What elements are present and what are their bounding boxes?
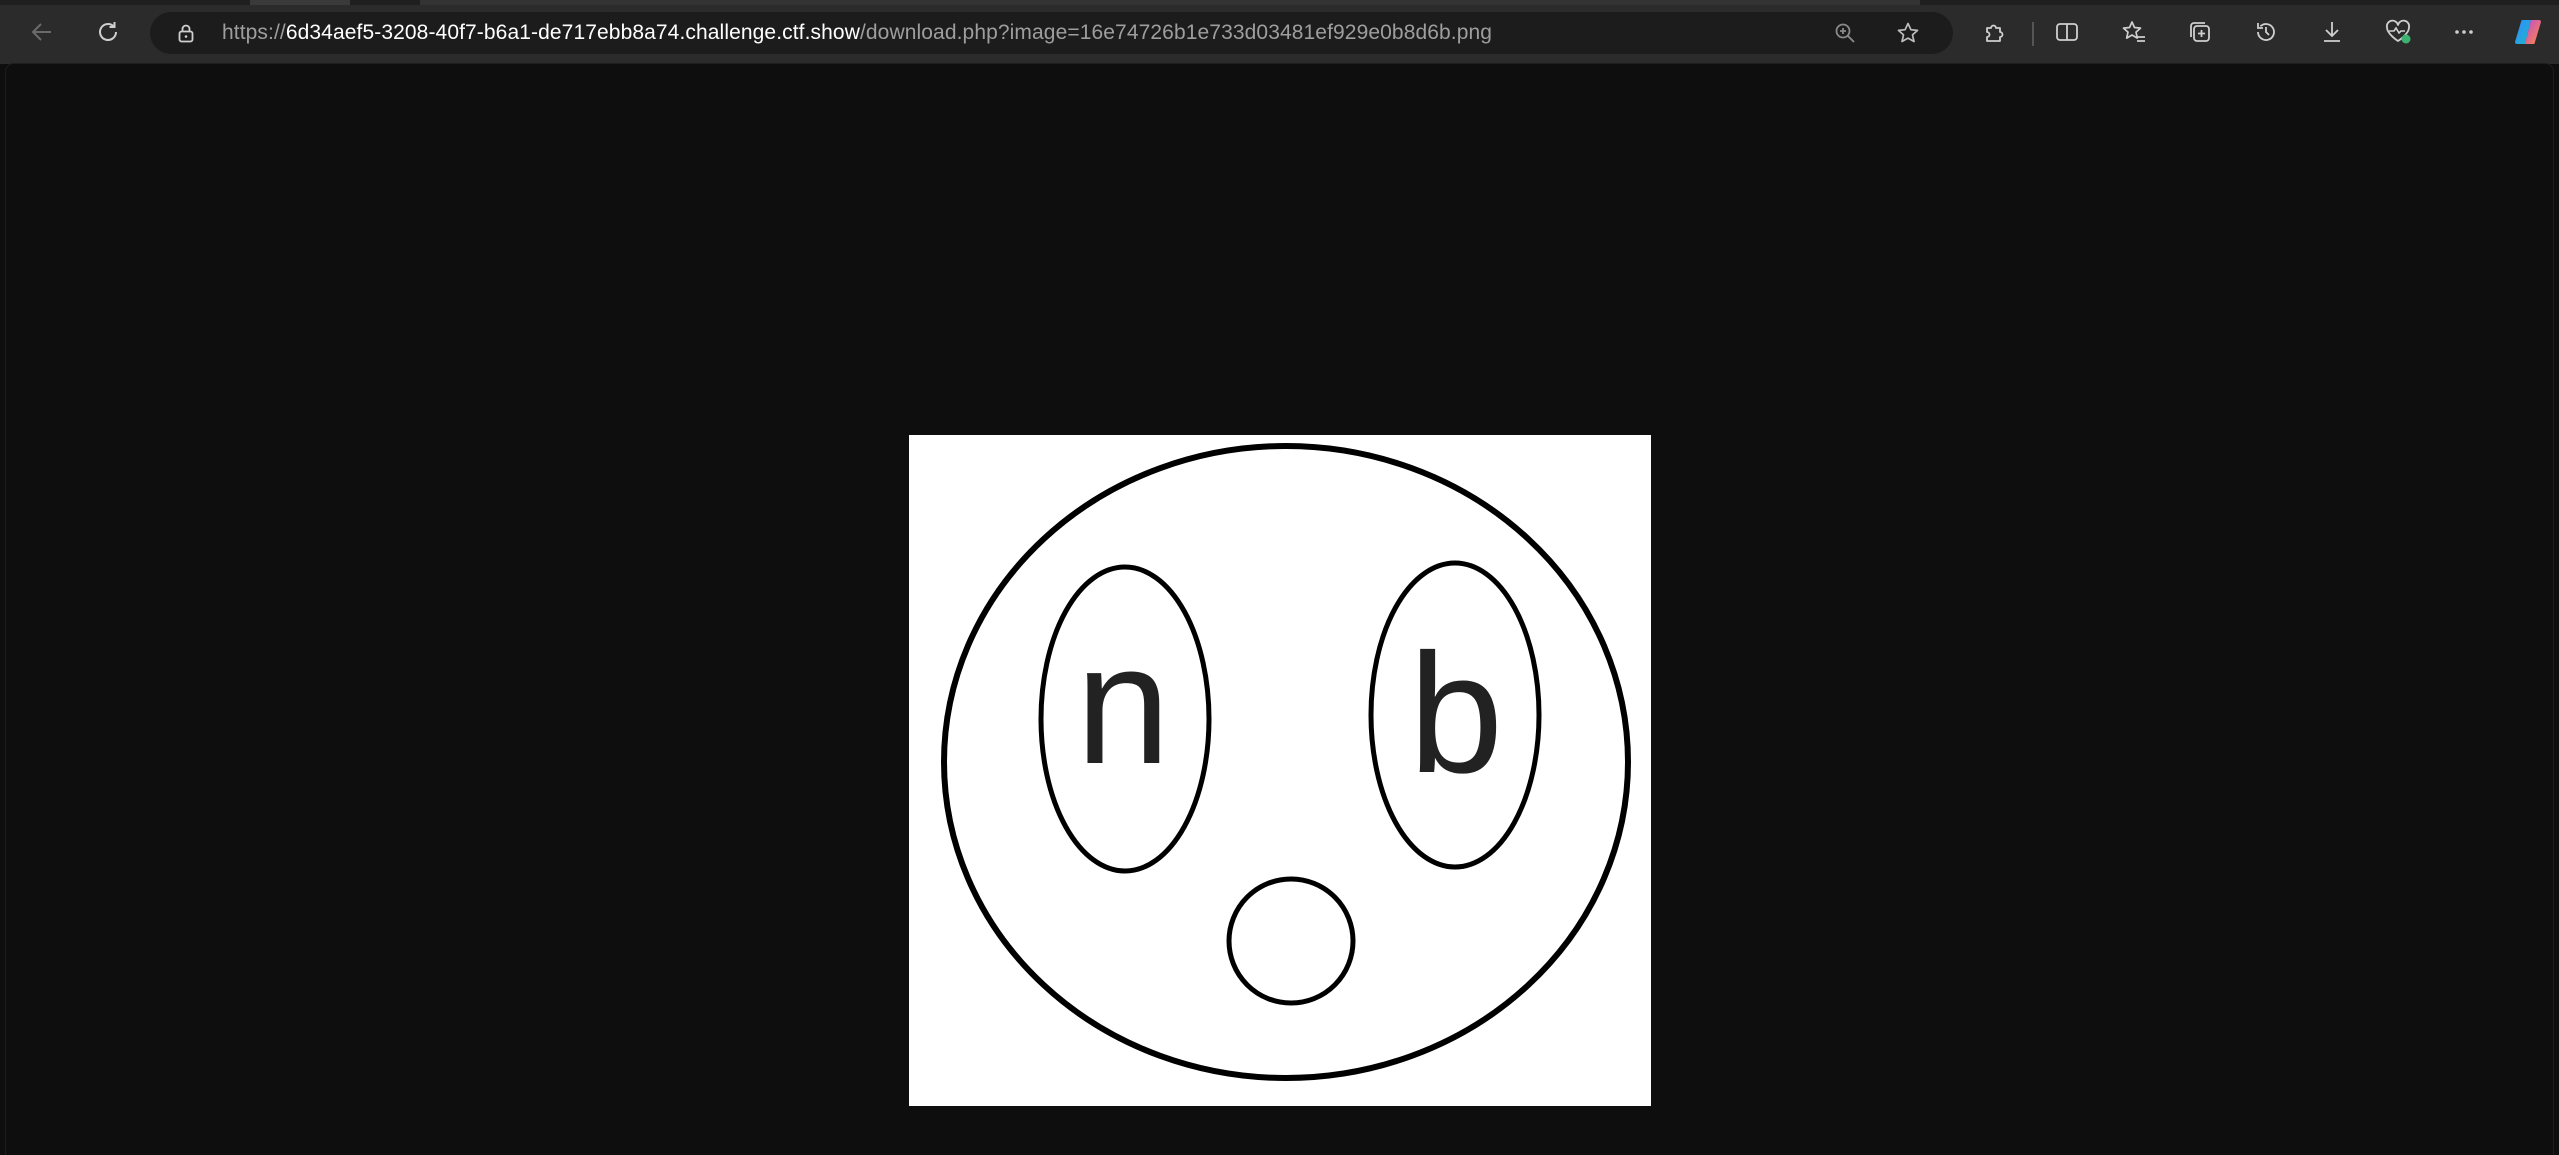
download-icon (2319, 19, 2345, 45)
tab-edge[interactable] (250, 0, 350, 5)
tab-edge[interactable] (420, 0, 1920, 5)
address-bar[interactable]: https://6d34aef5-3208-40f7-b6a1-de717ebb… (150, 12, 1953, 54)
url-host: 6d34aef5-3208-40f7-b6a1-de717ebb8a74.cha… (285, 21, 860, 44)
browser-window: https://6d34aef5-3208-40f7-b6a1-de717ebb… (0, 0, 2559, 1155)
star-icon[interactable] (1896, 21, 1920, 45)
browser-toolbar: https://6d34aef5-3208-40f7-b6a1-de717ebb… (0, 0, 2559, 64)
tab-strip (0, 0, 2559, 5)
split-screen-button[interactable] (2047, 12, 2087, 52)
refresh-icon (95, 19, 121, 45)
history-button[interactable] (2246, 12, 2286, 52)
back-button[interactable] (22, 12, 62, 52)
more-icon (2451, 19, 2477, 45)
extensions-button[interactable] (1975, 12, 2015, 52)
copilot-button[interactable] (2508, 12, 2548, 52)
copilot-icon (2512, 16, 2544, 48)
split-screen-icon (2054, 19, 2080, 45)
collections-button[interactable] (2180, 12, 2220, 52)
back-arrow-icon (29, 19, 55, 45)
browser-essentials-button[interactable] (2378, 12, 2418, 52)
displayed-image: n b (909, 435, 1651, 1106)
favorites-icon (2121, 19, 2147, 45)
more-button[interactable] (2444, 12, 2484, 52)
refresh-button[interactable] (88, 12, 128, 52)
toolbar-divider (2032, 22, 2034, 46)
history-icon (2253, 19, 2279, 45)
zoom-icon[interactable] (1833, 21, 1857, 45)
mouth-outline (1226, 876, 1356, 1006)
puzzle-icon (1982, 19, 2008, 45)
url-path: /download.php?image=16e74726b1e733d03481… (859, 21, 1493, 44)
favorites-button[interactable] (2114, 12, 2154, 52)
downloads-button[interactable] (2312, 12, 2352, 52)
url-text[interactable]: https://6d34aef5-3208-40f7-b6a1-de717ebb… (222, 12, 1492, 54)
url-scheme: https:// (222, 21, 286, 44)
face-drawing: n b (941, 443, 1631, 1081)
left-eye-letter: n (1076, 610, 1171, 800)
right-eye-letter: b (1409, 619, 1504, 809)
collections-icon (2187, 19, 2213, 45)
heart-pulse-icon (2384, 18, 2412, 46)
lock-icon[interactable] (176, 23, 196, 43)
